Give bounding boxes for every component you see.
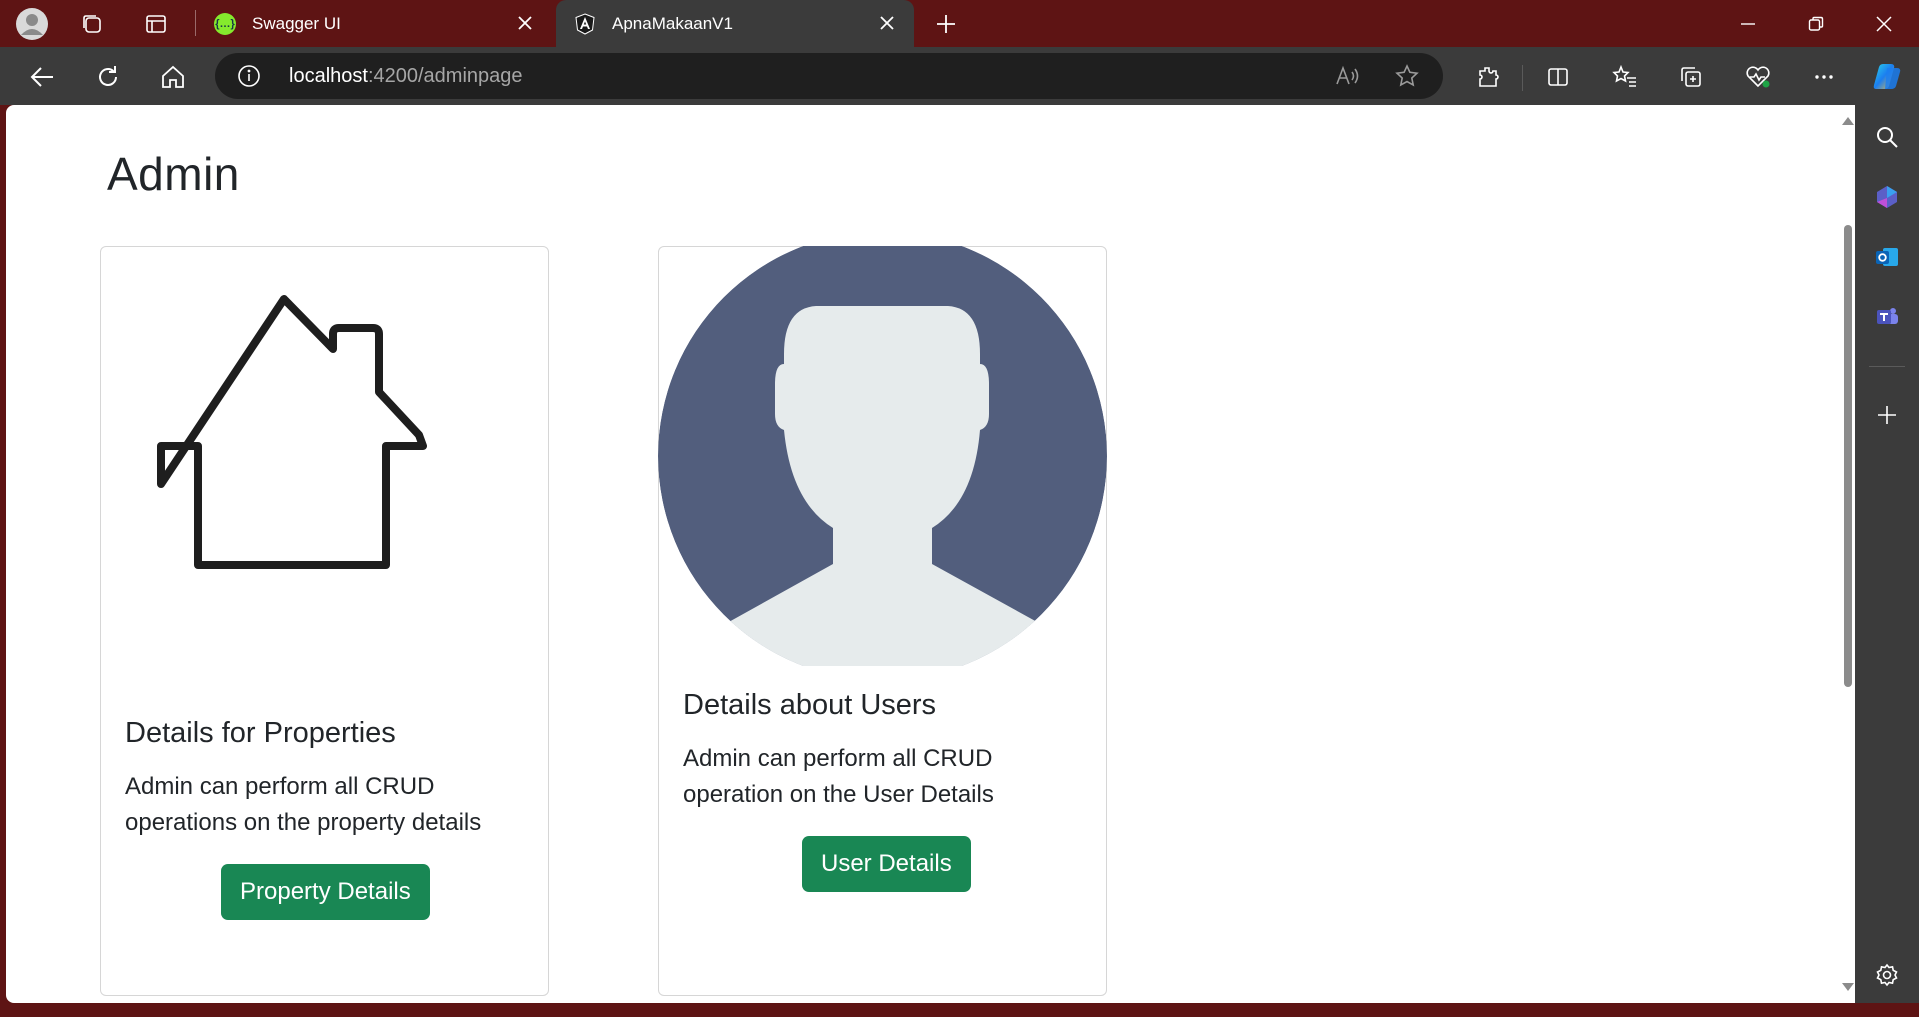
house-outline-icon — [157, 295, 427, 569]
property-details-button[interactable]: Property Details — [221, 864, 430, 920]
user-card: Details about Users Admin can perform al… — [658, 246, 1107, 996]
card-text: Admin can perform all CRUD operation on … — [683, 745, 994, 808]
minimize-icon[interactable] — [1718, 0, 1778, 47]
scroll-down-icon[interactable] — [1842, 983, 1854, 991]
page-title: Admin — [107, 148, 240, 200]
more-options-icon[interactable] — [1806, 59, 1842, 95]
toolbar-divider — [1522, 65, 1523, 91]
restore-icon[interactable] — [1786, 0, 1846, 47]
close-tab-icon[interactable] — [876, 12, 898, 34]
scroll-up-icon[interactable] — [1842, 117, 1854, 125]
refresh-icon[interactable] — [90, 59, 126, 95]
read-aloud-icon[interactable] — [1335, 64, 1361, 93]
search-icon[interactable] — [1869, 119, 1905, 155]
card-title: Details for Properties — [125, 717, 396, 749]
tab-apnamakaanv1[interactable]: ApnaMakaanV1 — [556, 0, 914, 47]
tab-title: ApnaMakaanV1 — [612, 13, 733, 33]
back-icon[interactable] — [24, 59, 60, 95]
url-text[interactable]: localhost:4200/adminpage — [289, 65, 523, 88]
favorites-icon[interactable] — [1607, 59, 1643, 95]
teams-icon[interactable] — [1869, 299, 1905, 335]
address-bar[interactable]: localhost:4200/adminpage — [215, 53, 1443, 99]
new-tab-icon[interactable] — [930, 8, 962, 40]
property-card: Details for Properties Admin can perform… — [100, 246, 549, 996]
tab-title: Swagger UI — [252, 13, 341, 33]
favorite-star-icon[interactable] — [1395, 64, 1419, 93]
collections-icon[interactable] — [1673, 59, 1709, 95]
extensions-icon[interactable] — [1470, 59, 1506, 95]
copilot-icon[interactable] — [1867, 56, 1907, 96]
outlook-icon[interactable] — [1869, 239, 1905, 275]
add-sidebar-app-icon[interactable] — [1869, 397, 1905, 433]
split-screen-icon[interactable] — [1540, 59, 1576, 95]
swagger-icon: {…} — [214, 12, 236, 35]
user-avatar-icon — [658, 246, 1107, 666]
title-bar: {…} Swagger UI ApnaMakaanV1 — [0, 0, 1919, 47]
url-path: :4200/adminpage — [367, 65, 523, 87]
angular-icon — [574, 12, 596, 35]
card-text: Admin can perform all CRUD operations on… — [125, 773, 482, 836]
site-info-icon[interactable] — [237, 64, 261, 93]
edge-sidebar — [1855, 105, 1919, 1003]
browser-essentials-icon[interactable] — [1740, 59, 1776, 95]
profile-avatar-icon[interactable] — [16, 8, 48, 40]
page-viewport: Admin Details for Properties Admin can p… — [6, 105, 1855, 1003]
tab-separator — [195, 10, 196, 36]
close-tab-icon[interactable] — [514, 12, 536, 34]
scrollbar-thumb[interactable] — [1844, 225, 1852, 687]
home-icon[interactable] — [155, 59, 191, 95]
user-details-button[interactable]: User Details — [802, 836, 971, 892]
card-title: Details about Users — [683, 689, 937, 721]
workspaces-icon[interactable] — [76, 8, 108, 40]
tab-swagger-ui[interactable]: {…} Swagger UI — [200, 0, 552, 47]
url-host: localhost — [289, 65, 368, 87]
window-bottom-edge — [0, 1003, 1919, 1017]
vertical-scrollbar[interactable] — [1839, 105, 1855, 1003]
sidebar-divider — [1869, 366, 1905, 367]
close-window-icon[interactable] — [1854, 0, 1914, 47]
browser-toolbar: localhost:4200/adminpage — [0, 47, 1919, 105]
microsoft365-icon[interactable] — [1869, 179, 1905, 215]
sidebar-settings-icon[interactable] — [1869, 957, 1905, 993]
vertical-tabs-icon[interactable] — [140, 8, 172, 40]
